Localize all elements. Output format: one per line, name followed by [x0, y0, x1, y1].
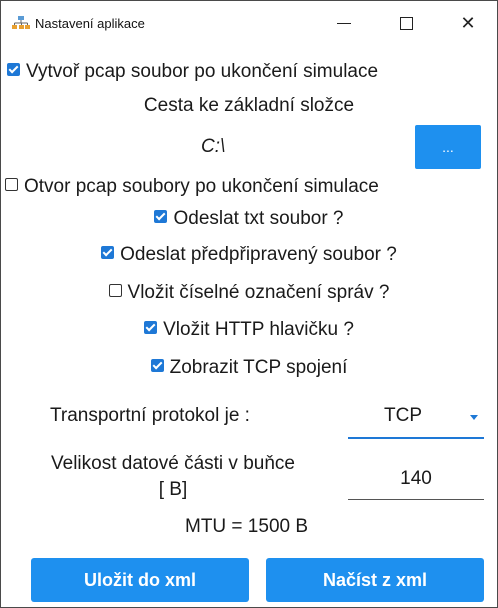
transport-protocol-label: Transportní protokol je : [50, 405, 250, 426]
open-pcap-checkbox[interactable]: Otvor pcap soubory po ukončení simulace [5, 176, 498, 198]
base-folder-label: Cesta ke základní složce [143, 95, 355, 116]
browse-folder-button[interactable]: ... [415, 125, 481, 169]
checkbox-checked-icon [144, 321, 158, 335]
create-pcap-label: Vytvoř pcap soubor po ukončení simulace [26, 61, 379, 82]
insert-numbering-checkbox[interactable]: Vložit číselné označení správ ? [1, 282, 497, 304]
close-button[interactable]: ✕ [445, 1, 491, 45]
cell-size-label-line2: [ B] [158, 479, 188, 500]
cell-size-input[interactable]: 140 [348, 459, 484, 500]
checkbox-checked-icon [154, 210, 168, 224]
insert-numbering-label: Vložit číselné označení správ ? [127, 282, 390, 303]
base-folder-path: C:\ [201, 136, 226, 157]
send-prepared-label: Odeslat předpřipravený soubor ? [120, 244, 397, 265]
minimize-icon [337, 22, 351, 24]
checkbox-checked-icon [150, 359, 164, 373]
checkbox-checked-icon [7, 63, 20, 77]
transport-protocol-select[interactable]: TCP [348, 397, 484, 439]
checkbox-unchecked-icon [108, 284, 122, 298]
insert-http-checkbox[interactable]: Vložit HTTP hlavičku ? [1, 319, 497, 341]
cell-size-value: 140 [400, 468, 432, 489]
maximize-button[interactable] [383, 1, 429, 45]
window-title: Nastavení aplikace [35, 16, 145, 31]
transport-protocol-value: TCP [384, 405, 422, 426]
send-txt-checkbox[interactable]: Odeslat txt soubor ? [1, 208, 497, 230]
settings-window: Nastavení aplikace ✕ Vytvoř pcap soubor … [0, 0, 498, 608]
title-bar: Nastavení aplikace ✕ [1, 1, 497, 45]
insert-http-label: Vložit HTTP hlavičku ? [163, 319, 354, 340]
open-pcap-label: Otvor pcap soubory po ukončení simulace [24, 176, 379, 197]
mtu-text: MTU = 1500 B [185, 516, 309, 537]
network-app-icon [12, 16, 30, 29]
minimize-button[interactable] [321, 1, 367, 45]
send-txt-label: Odeslat txt soubor ? [173, 208, 344, 229]
cell-size-label-line1: Velikost datové části v buňce [51, 453, 295, 474]
send-prepared-checkbox[interactable]: Odeslat předpřipravený soubor ? [1, 244, 497, 266]
close-icon: ✕ [460, 12, 476, 33]
checkbox-checked-icon [101, 246, 115, 260]
checkbox-unchecked-icon [5, 178, 18, 192]
show-tcp-checkbox[interactable]: Zobrazit TCP spojení [1, 357, 497, 379]
save-xml-button[interactable]: Uložit do xml [31, 558, 249, 602]
maximize-icon [399, 16, 413, 30]
show-tcp-label: Zobrazit TCP spojení [169, 357, 348, 378]
load-xml-button[interactable]: Načíst z xml [266, 558, 484, 602]
create-pcap-checkbox[interactable]: Vytvoř pcap soubor po ukončení simulace [7, 61, 498, 83]
dropdown-arrow-icon [470, 415, 478, 420]
